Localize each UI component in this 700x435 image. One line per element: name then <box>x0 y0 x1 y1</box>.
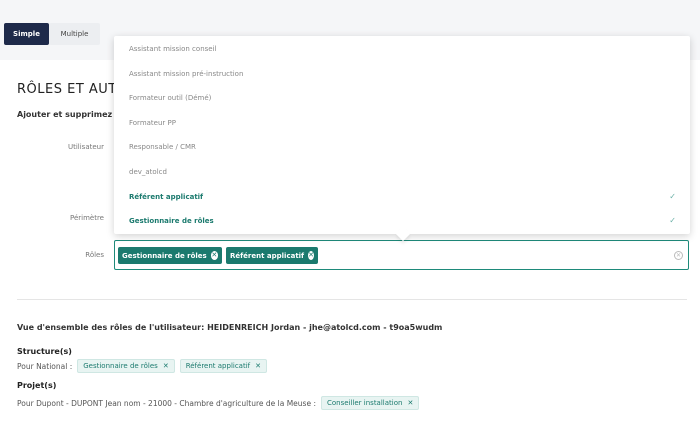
role-chip: Gestionnaire de rôles ✕ <box>77 359 175 373</box>
overview-title: Vue d'ensemble des rôles de l'utilisateu… <box>17 323 443 332</box>
perimeter-label: Périmètre <box>69 214 104 222</box>
selected-role-tag: Référent applicatif ✕ <box>226 247 318 264</box>
mode-switch: Simple Multiple <box>4 23 100 45</box>
projects-heading: Projet(s) <box>17 381 57 390</box>
roles-select[interactable]: Gestionnaire de rôles ✕ Référent applica… <box>114 240 689 270</box>
dropdown-option[interactable]: Assistant mission conseil <box>114 37 690 61</box>
simple-mode-button[interactable]: Simple <box>4 23 49 45</box>
remove-tag-icon[interactable]: ✕ <box>210 251 218 260</box>
dropdown-option[interactable]: Formateur outil (Démé) <box>114 86 690 110</box>
dropdown-option-selected[interactable]: Référent applicatif ✓ <box>114 185 690 209</box>
user-label: Utilisateur <box>67 143 104 151</box>
section-title: RÔLES ET AUTO <box>17 82 128 97</box>
dropdown-option[interactable]: Assistant mission pré-instruction <box>114 62 690 86</box>
projects-prefix: Pour Dupont - DUPONT Jean nom - 21000 - … <box>17 398 316 408</box>
check-icon: ✓ <box>669 192 676 201</box>
structures-line: Pour National : Gestionnaire de rôles ✕ R… <box>17 359 267 373</box>
dropdown-option[interactable]: Formateur PP <box>114 111 690 135</box>
remove-tag-icon[interactable]: ✕ <box>308 251 314 260</box>
dropdown-option[interactable]: dev_atolcd <box>114 160 690 184</box>
clear-icon[interactable]: ✕ <box>674 251 683 260</box>
multiple-mode-button[interactable]: Multiple <box>49 23 100 45</box>
section-subtitle: Ajouter et supprimez ic <box>17 110 123 119</box>
role-chip: Référent applicatif ✕ <box>179 359 267 373</box>
projects-line: Pour Dupont - DUPONT Jean nom - 21000 - … <box>17 396 420 410</box>
remove-chip-icon[interactable]: ✕ <box>255 362 261 370</box>
remove-chip-icon[interactable]: ✕ <box>407 399 413 407</box>
role-chip: Conseiller installation ✕ <box>320 396 420 410</box>
structures-prefix: Pour National : <box>17 361 73 371</box>
remove-chip-icon[interactable]: ✕ <box>163 362 169 370</box>
selected-role-tag: Gestionnaire de rôles ✕ <box>118 247 222 264</box>
roles-label: Rôles <box>85 251 104 259</box>
roles-dropdown: Assistant mission conseil Assistant miss… <box>114 36 690 234</box>
tag-label: Référent applicatif <box>230 251 305 260</box>
check-icon: ✓ <box>669 216 676 225</box>
dropdown-option[interactable]: Responsable / CMR <box>114 135 690 159</box>
divider <box>17 299 687 300</box>
structures-heading: Structure(s) <box>17 347 72 356</box>
dropdown-option-selected[interactable]: Gestionnaire de rôles ✓ <box>114 209 690 233</box>
tag-label: Gestionnaire de rôles <box>122 251 207 260</box>
